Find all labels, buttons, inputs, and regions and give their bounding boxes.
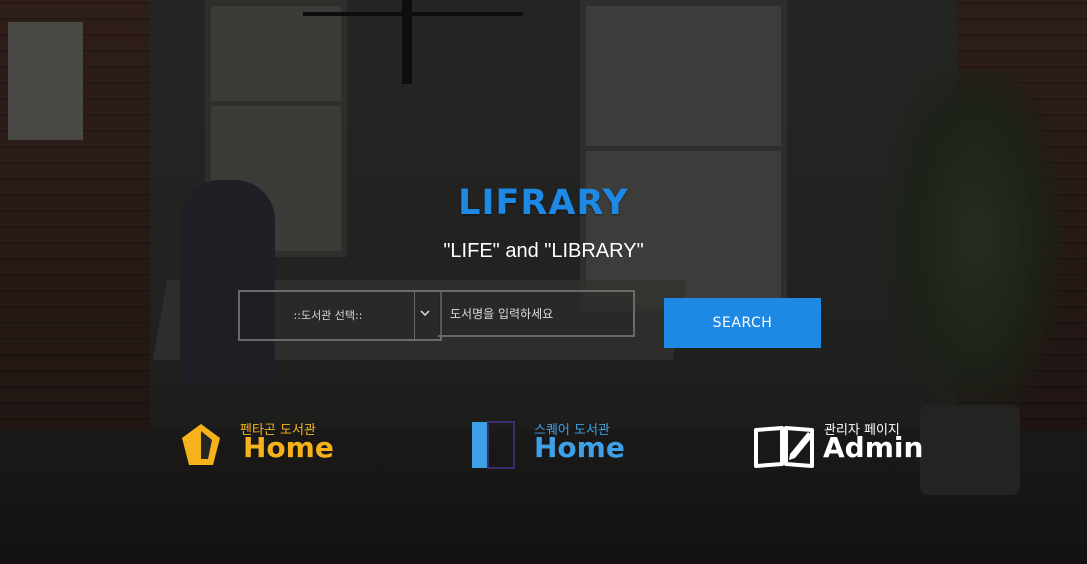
- open-book-pen-icon: [754, 426, 814, 468]
- search-button[interactable]: SEARCH: [664, 298, 821, 348]
- brand-title: LIFRARY: [458, 183, 629, 223]
- quick-link-label: Admin: [823, 431, 924, 464]
- search-input[interactable]: [438, 290, 635, 337]
- select-divider: [414, 292, 415, 339]
- admin-page-link[interactable]: 관리자 페이지 Admin: [752, 418, 924, 473]
- library-select-value: ::도서관 선택::: [293, 309, 363, 322]
- library-select[interactable]: ::도서관 선택::: [238, 290, 442, 341]
- landing-content: LIFRARY "LIFE" and "LIBRARY" ::도서관 선택:: …: [0, 0, 1087, 564]
- square-icon: [472, 421, 515, 469]
- square-library-home-link[interactable]: 스퀘어 도서관 Home: [470, 418, 630, 473]
- quick-link-label: Home: [534, 431, 625, 464]
- pentagon-library-home-link[interactable]: 펜타곤 도서관 Home: [178, 418, 338, 473]
- pentagon-icon: [182, 424, 220, 465]
- brand-tagline: "LIFE" and "LIBRARY": [443, 240, 644, 262]
- quick-link-label: Home: [243, 431, 334, 464]
- chevron-down-icon[interactable]: [418, 306, 432, 320]
